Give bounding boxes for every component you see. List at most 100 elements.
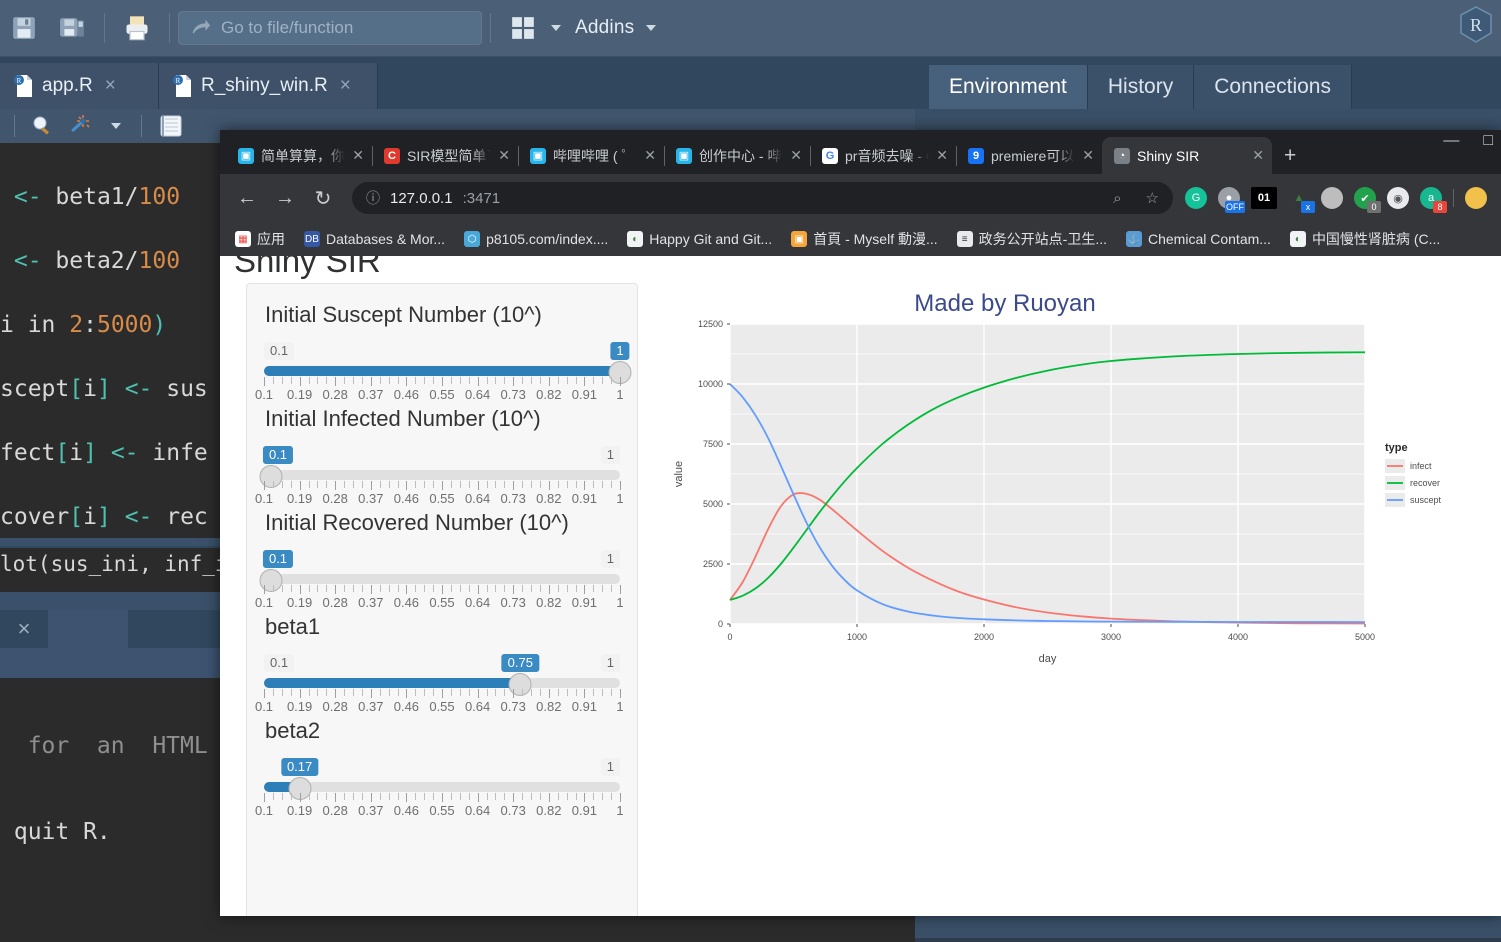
new-tab-button[interactable]: + (1272, 144, 1308, 174)
slider-beta1[interactable]: beta1 0.1 0.75 1 0.1 0.19 0.28 0.37 0.46 0.55… (255, 614, 624, 714)
slider-track[interactable] (259, 465, 620, 488)
browser-tab-1[interactable]: C SIR模型简单了解 ✕ (372, 137, 518, 174)
bookmark-databases[interactable]: DB Databases & Mor... (297, 228, 452, 250)
shiny-app-page: Shiny SIR Initial Suscept Number (10^) 0… (220, 256, 1501, 916)
addins-button[interactable]: Addins (575, 17, 634, 39)
slider-beta2[interactable]: beta2 0.17 1 0.1 0.19 0.28 0.37 0.46 0.55 0.64… (255, 718, 624, 818)
search-icon[interactable]: ⌕ (1113, 190, 1121, 207)
go-to-file-function-input[interactable]: Go to file/function (178, 11, 482, 45)
editor-tab-r-shiny-win-r[interactable]: R R_shiny_win.R × (159, 63, 378, 109)
bookmark-star-icon[interactable]: ☆ (1146, 189, 1159, 207)
browser-tab-shiny-sir[interactable]: ◔ Shiny SIR ✕ (1102, 137, 1272, 174)
bookmark-happy-git[interactable]: ◐ Happy Git and Git... (620, 228, 779, 250)
close-icon[interactable]: × (340, 75, 351, 97)
slider-tick (539, 793, 541, 800)
slider-tick (513, 689, 515, 698)
minimize-button[interactable]: — (1443, 132, 1459, 150)
close-icon[interactable]: ✕ (936, 147, 948, 164)
panes-icon[interactable] (503, 8, 543, 48)
close-icon[interactable]: ✕ (1082, 147, 1094, 164)
bookmark-myself-anime[interactable]: ▣ 首頁 - Myself 動漫... (784, 226, 944, 252)
slider-track[interactable] (259, 569, 620, 592)
info-circle-icon[interactable]: ⓘ (366, 188, 380, 208)
notebook-icon[interactable] (154, 113, 188, 139)
address-bar[interactable]: ⓘ 127.0.0.1:3471 ⌕ ☆ (352, 182, 1173, 214)
profile-avatar[interactable] (1465, 187, 1487, 209)
slider-tick (522, 793, 524, 800)
slider-tick (486, 377, 488, 384)
slider-ticks (264, 585, 621, 594)
slider-track[interactable] (264, 673, 620, 696)
bookmark-p8105[interactable]: ⬡ p8105.com/index.... (457, 228, 615, 250)
bookmark-ckd-china[interactable]: ◐ 中国慢性肾脏病 (C... (1283, 226, 1447, 252)
browser-omnibar: ← → ↻ ⓘ 127.0.0.1:3471 ⌕ ☆ G ● OFF 01 ▲ x … (220, 174, 1501, 222)
addins-chevron-down-icon[interactable] (646, 25, 657, 31)
legend-label-infect: infect (1410, 461, 1432, 471)
close-icon[interactable]: × (0, 616, 48, 642)
y-tick-label: 0 (718, 619, 723, 629)
console-tab[interactable] (48, 610, 128, 648)
close-icon[interactable]: × (105, 75, 116, 97)
close-icon[interactable]: ✕ (1252, 147, 1264, 164)
slider-tick (406, 377, 408, 386)
slider-tick (575, 793, 577, 800)
magnifier-icon[interactable] (27, 113, 57, 139)
forward-icon[interactable]: → (268, 181, 302, 215)
slider-initial-suscept-number[interactable]: Initial Suscept Number (10^) 0.1 1 0.1 0.… (255, 302, 632, 402)
save-all-icon[interactable] (52, 8, 92, 48)
slider-initial-recovered-number[interactable]: Initial Recovered Number (10^) 0.1 1 0.1… (255, 510, 624, 610)
slider-tick (557, 585, 559, 592)
counter-extension-icon[interactable]: 01 (1251, 187, 1277, 209)
tab-history[interactable]: History (1087, 65, 1195, 109)
tab-divider (372, 146, 373, 166)
bookmark-chemical-contam[interactable]: ⚓ Chemical Contam... (1119, 228, 1278, 250)
slider-tick (353, 689, 354, 696)
adguard-extension-icon[interactable]: a8 (1420, 187, 1447, 213)
bookmark-apps[interactable]: ▦ 应用 (228, 226, 292, 252)
bookmark-gov-health[interactable]: ≡ 政务公开站点-卫生... (950, 226, 1114, 252)
helmet-extension-icon[interactable]: ◉ (1387, 187, 1409, 209)
slider-tick (370, 481, 372, 490)
circle-extension-icon[interactable] (1321, 187, 1343, 209)
slider-tick (335, 793, 337, 802)
tab-environment[interactable]: Environment (929, 65, 1088, 109)
browser-tab-2[interactable]: ▣ 哔哩哔哩 ( ゜- ゜) ✕ (518, 137, 664, 174)
magic-wand-icon[interactable] (65, 113, 95, 139)
grammarly-extension-icon[interactable]: G (1185, 187, 1207, 209)
back-icon[interactable]: ← (230, 181, 264, 215)
slider-tick (593, 585, 595, 592)
slider-track[interactable] (264, 361, 632, 384)
bookmark-label: 政务公开站点-卫生... (978, 231, 1107, 247)
print-icon[interactable] (117, 8, 157, 48)
slider-tick (424, 481, 426, 488)
reload-icon[interactable]: ↻ (306, 181, 340, 215)
editor-chevron-down-icon[interactable] (111, 123, 121, 129)
save-icon[interactable] (4, 8, 44, 48)
slider-fill (264, 678, 521, 688)
panes-chevron-down-icon[interactable] (551, 25, 561, 31)
slider-label: Initial Suscept Number (10^) (265, 302, 542, 327)
slider-track[interactable] (264, 777, 620, 800)
shield-check-extension-icon[interactable]: ✔ 0 (1354, 187, 1381, 213)
close-icon[interactable]: ✕ (352, 147, 364, 164)
browser-tab-3[interactable]: ▣ 创作中心 - 哔哩 ✕ (664, 137, 810, 174)
close-icon[interactable]: ✕ (790, 147, 802, 164)
slider-initial-infected-number[interactable]: Initial Infected Number (10^) 0.1 1 0.1 0… (255, 406, 624, 506)
xmind-extension-icon[interactable]: ▲ x (1288, 187, 1315, 213)
adblock-off-extension-icon[interactable]: ● OFF (1218, 187, 1245, 213)
browser-tab-5[interactable]: 9 premiere可以给 ✕ (956, 137, 1102, 174)
slider-tick (264, 585, 265, 594)
slider-tick (513, 793, 515, 802)
browser-tab-4[interactable]: G pr音频去噪 - Go ✕ (810, 137, 956, 174)
maximize-button[interactable]: □ (1483, 132, 1493, 150)
editor-toolbar-divider (14, 115, 15, 137)
slider-tick (344, 793, 346, 800)
tab-connections[interactable]: Connections (1194, 65, 1352, 109)
editor-tab-app-r[interactable]: R app.R × (0, 63, 159, 109)
slider-tick-label: 0.73 (500, 595, 526, 610)
close-icon[interactable]: ✕ (498, 147, 510, 164)
browser-tab-0[interactable]: ▣ 简单算算，你宅家 ✕ (226, 137, 372, 174)
slider-tick (264, 793, 265, 802)
close-icon[interactable]: ✕ (644, 147, 656, 164)
site-icon: ▣ (791, 231, 808, 247)
